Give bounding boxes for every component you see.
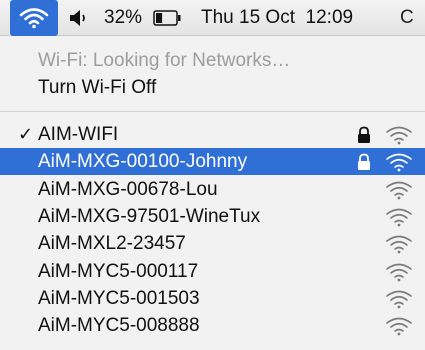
clock[interactable]: Thu 15 Oct 12:09 [201, 7, 353, 29]
battery-percentage[interactable]: 32% [104, 7, 142, 29]
network-item[interactable]: AiM-MYC5-008888 [0, 312, 425, 339]
battery-icon[interactable] [153, 10, 181, 26]
wifi-signal-icon [386, 263, 412, 281]
wifi-status-label: Wi-Fi: Looking for Networks… [38, 50, 291, 71]
network-name: AiM-MYC5-000117 [38, 260, 199, 282]
turn-wifi-off-label: Turn Wi-Fi Off [38, 77, 157, 98]
menu-separator [0, 111, 425, 112]
network-item[interactable]: AiM-MXG-00678-Lou [0, 176, 425, 203]
network-name: AiM-MYC5-001503 [38, 287, 200, 309]
network-name: AiM-MYC5-008888 [38, 315, 200, 337]
wifi-signal-icon [386, 208, 412, 227]
network-name: AiM-MXG-00678-Lou [38, 178, 218, 200]
wifi-menu-button[interactable] [10, 0, 58, 36]
menu-bar: 32% Thu 15 Oct 12:09 C [0, 0, 425, 36]
next-menu-item[interactable]: C [400, 7, 414, 29]
network-name: AiM-MXG-00100-Johnny [38, 151, 248, 173]
wifi-signal-icon [386, 154, 412, 172]
lock-icon [358, 153, 370, 171]
screen: 32% Thu 15 Oct 12:09 C Wi-Fi: Looking fo… [0, 0, 425, 350]
wifi-status-item: Wi-Fi: Looking for Networks… [0, 47, 425, 74]
speaker-icon[interactable] [68, 8, 90, 28]
network-item[interactable]: AiM-MYC5-000117 [0, 258, 425, 285]
wifi-signal-icon [386, 126, 412, 145]
wifi-signal-icon [386, 317, 412, 336]
wifi-signal-icon [386, 235, 412, 254]
network-item[interactable]: AiM-MXG-00100-Johnny [0, 148, 425, 176]
wifi-signal-icon [386, 181, 412, 199]
network-name: AiM-MXL2-23457 [38, 233, 186, 255]
network-name: AiM-MXG-97501-WineTux [38, 205, 261, 227]
network-item[interactable]: AiM-MXL2-23457 [0, 230, 425, 257]
wifi-icon [19, 8, 49, 29]
network-item[interactable]: ✓ AIM-WIFI [0, 121, 425, 148]
turn-wifi-off-item[interactable]: Turn Wi-Fi Off [0, 74, 425, 101]
network-item[interactable]: AiM-MXG-97501-WineTux [0, 203, 425, 230]
network-item[interactable]: AiM-MYC5-001503 [0, 285, 425, 312]
lock-icon [358, 126, 370, 143]
wifi-signal-icon [386, 290, 412, 309]
connected-checkmark: ✓ [18, 124, 34, 144]
network-name: AIM-WIFI [38, 124, 119, 145]
wifi-dropdown-menu: Wi-Fi: Looking for Networks… Turn Wi-Fi … [0, 36, 425, 350]
